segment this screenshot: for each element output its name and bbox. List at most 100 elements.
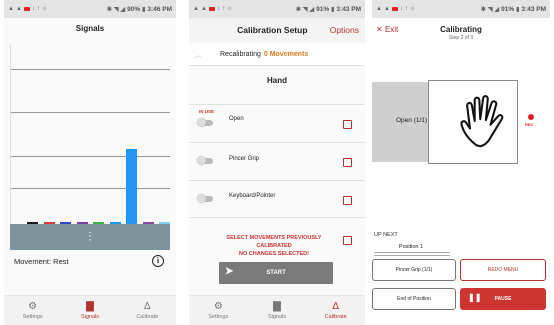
warning-message: SELECT MOVEMENTS PREVIOUSLY CALIBRATED N…: [209, 234, 339, 258]
gear-icon: ⚙: [213, 300, 223, 312]
rec-label: REC: [525, 122, 534, 127]
list-item: Pincer Grip: [189, 142, 365, 180]
step-indicator: Step 2 of 3: [448, 35, 474, 41]
movement-checkbox[interactable]: [343, 196, 352, 205]
recalibrating-label: Recalibrating: [220, 51, 261, 58]
nav-calibrate[interactable]: ∆ Calibrate: [306, 296, 365, 325]
battery-icon: ▮: [516, 6, 520, 13]
movement-status: Movement: Rest: [14, 257, 69, 266]
bluetooth-icon: ✱: [295, 6, 301, 13]
warning-line: CALIBRATED: [256, 243, 292, 249]
nav-label: Settings: [208, 313, 229, 320]
current-movement-label: Open (1/1): [396, 117, 428, 124]
signal-icon: ◢: [120, 6, 126, 13]
page-title: Signals: [75, 24, 105, 33]
wifi-icon: ◥: [113, 6, 119, 13]
page-title: Calibrating: [440, 25, 482, 34]
gridline: [11, 112, 170, 114]
movement-label: Pincer Grip: [229, 156, 260, 162]
clock: 3:43 PM: [521, 5, 546, 13]
gridline: [11, 155, 170, 157]
nav-label: Signals: [80, 313, 100, 320]
divider: [374, 255, 450, 256]
brightness-icon: ☼: [41, 6, 48, 12]
notification-icons: ▲ ▲ ↓ ↑ ☼: [8, 6, 47, 12]
compass-icon: ∆: [332, 300, 339, 312]
nav-settings[interactable]: ⚙ Settings: [189, 296, 248, 325]
download-icon: ↓: [216, 6, 220, 12]
battery-icon: ▮: [331, 6, 335, 13]
pause-icon: ❚❚: [468, 293, 482, 302]
clock: 3:43 PM: [336, 5, 361, 13]
warning-line: NO CHANGES SELECTED!: [239, 251, 309, 257]
up-next-heading: UP NEXT: [374, 232, 398, 238]
gridline: [11, 69, 170, 71]
start-button[interactable]: ➤ START: [219, 262, 333, 284]
movement-label: Keyboard/Pointer: [229, 193, 276, 199]
bar-chart-icon: ▇: [273, 300, 281, 312]
nav-label: Settings: [22, 313, 43, 320]
list-item: IN USE Open: [189, 104, 365, 142]
bar-chart-icon: ▇: [86, 300, 94, 312]
movement-checkbox[interactable]: [343, 120, 352, 129]
options-button[interactable]: Options: [330, 25, 359, 35]
previously-calibrated-checkbox[interactable]: [343, 236, 352, 245]
send-icon: ➤: [225, 266, 234, 277]
section-title: Hand: [267, 76, 287, 85]
info-icon[interactable]: i: [152, 255, 164, 267]
record-icon: [391, 7, 398, 11]
gridline: [11, 188, 170, 189]
nav-signals[interactable]: ▇ Signals: [248, 296, 307, 325]
clock: 3:46 PM: [147, 5, 172, 13]
status-bar: ▲ ▲ ↓ ↑ ☼ ✱ ◥ ◢ 91% ▮ 3:43 PM: [189, 0, 365, 18]
movement-toggle[interactable]: [197, 118, 213, 127]
download-icon: ↓: [399, 6, 403, 12]
download-icon: ↓: [31, 6, 35, 12]
status-bar: ▲ ▲ ↓ ↑ ☼ ✱ ◥ ◢ 90% ▮ 3:46 PM: [4, 0, 176, 18]
movement-toggle[interactable]: [197, 194, 213, 203]
record-indicator: [528, 114, 534, 120]
open-hand-icon: [460, 95, 504, 148]
calibrating-screen: ▲ ▲ ↓ ↑ ☼ ✱ ◥ ◢ 91% ▮ 3:43 PM ✕ Exit Cal…: [372, 0, 550, 325]
warning-icon: ▲: [200, 6, 207, 12]
next-movement-item[interactable]: End of Position: [372, 288, 456, 310]
bluetooth-icon: ✱: [106, 6, 112, 13]
divider: [374, 252, 450, 253]
movement-label: Open: [229, 116, 244, 122]
compass-icon: ∆: [144, 300, 151, 312]
upload-icon: ↑: [404, 6, 408, 12]
in-use-badge: IN USE: [199, 109, 215, 114]
pause-button[interactable]: ❚❚ PAUSE: [460, 288, 546, 310]
calibration-setup-screen: ▲ ▲ ↓ ↑ ☼ ✱ ◥ ◢ 91% ▮ 3:43 PM Calibratio…: [189, 0, 365, 325]
signals-chart: [10, 44, 170, 224]
signals-screen: ▲ ▲ ↓ ↑ ☼ ✱ ◥ ◢ 90% ▮ 3:46 PM Signals ⫶ …: [4, 0, 176, 325]
app-header: Calibration Setup Options: [189, 18, 365, 42]
nav-label: Calibrate: [136, 313, 159, 320]
bottom-nav: ⚙ Settings ▇ Signals ∆ Calibrate: [189, 295, 365, 325]
app-header: ✕ Exit Calibrating Step 2 of 3: [372, 18, 550, 46]
nav-label: Signals: [267, 313, 287, 320]
nav-label: Calibrate: [324, 313, 347, 320]
movements-count: 0 Movements: [263, 51, 309, 58]
warning-line: SELECT MOVEMENTS PREVIOUSLY: [226, 235, 322, 241]
position-label: Position 1: [398, 244, 424, 250]
signal-icon: ◢: [494, 6, 500, 13]
warning-icon: ▲: [383, 6, 390, 12]
movement-toggle[interactable]: [197, 156, 213, 165]
nav-calibrate[interactable]: ∆ Calibrate: [119, 296, 176, 325]
redo-menu-button[interactable]: REDO MENU: [460, 259, 546, 281]
sensitivity-slider-handle[interactable]: ⫶: [10, 224, 170, 250]
nav-settings[interactable]: ⚙ Settings: [4, 296, 61, 325]
next-movement-item[interactable]: Pincer Grip (1/1): [372, 259, 456, 281]
recalibrating-bar[interactable]: ︿ Recalibrating 0 Movements: [189, 44, 365, 66]
nav-signals[interactable]: ▇ Signals: [61, 296, 118, 325]
start-label: START: [266, 270, 286, 276]
pause-label: PAUSE: [494, 296, 512, 302]
movement-checkbox[interactable]: [343, 158, 352, 167]
gear-icon: ⚙: [28, 300, 38, 312]
battery-icon: ▮: [142, 6, 146, 13]
sliders-icon: ⫶: [88, 229, 92, 244]
chevron-up-icon: ︿: [195, 51, 202, 59]
warning-icon: ▲: [376, 6, 382, 12]
upload-icon: ↑: [221, 6, 225, 12]
